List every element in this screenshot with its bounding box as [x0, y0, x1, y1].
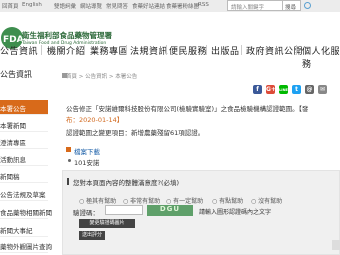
util-link-sites[interactable]: 食藥好站連結 [132, 2, 165, 10]
rating-option-4[interactable]: ○ 有點幫助 [212, 196, 243, 205]
nav-personal[interactable]: 個人化服務 [302, 44, 340, 70]
nav-services[interactable]: 便民服務 [169, 44, 207, 57]
rating-option-2[interactable]: ○ 非常有幫助 [123, 196, 160, 205]
line-glyph: LINE [279, 87, 288, 92]
nav-announcements[interactable]: 公告資訊 [0, 44, 38, 57]
nav-divider [296, 45, 297, 55]
announcement-line-1: 公告修正「安諾維爾科技股份有限公司(檢驗實驗室)」之食品檢驗機構認證範圍。【發 [66, 105, 309, 113]
search-input[interactable]: 請輸入關鍵字 [227, 0, 283, 11]
sidebar-item-label: 澄清專區 [0, 139, 26, 147]
submit-rating-button[interactable]: 送出評分 [79, 231, 105, 240]
rating-option-label: 有點幫助 [219, 198, 244, 205]
util-link-rss[interactable]: RSS [198, 2, 209, 8]
download-icon [66, 147, 71, 152]
sidebar-item-label: 公告法規及草案 [0, 191, 46, 199]
captcha-label: 驗證碼： [73, 209, 99, 217]
rating-option-3[interactable]: ○ 有一定幫助 [166, 196, 203, 205]
announcement-detail: 認證範圍之變更項目：新增農藥殘留61項認證。 [66, 129, 205, 137]
sidebar-item-label: 新聞稿 [0, 173, 20, 181]
rating-option-1[interactable]: ○ 極其有幫助 [79, 196, 116, 205]
twitter-share-icon[interactable]: t [292, 85, 301, 94]
bullet [68, 159, 71, 162]
nav-open-info[interactable]: 政府資訊公開 [246, 44, 303, 57]
attachment-link[interactable]: 101安諾 [74, 157, 99, 167]
feedback-title-bar [67, 178, 69, 185]
sidebar-item-food-news[interactable]: 食品藥物相關新聞 [0, 204, 52, 219]
nav-divider [84, 45, 85, 55]
util-link-sitemap[interactable]: 網站導覽 [80, 2, 102, 10]
gear-icon[interactable] [304, 2, 311, 9]
email-share-icon[interactable]: @ [305, 85, 314, 94]
rating-option-label: 非常有幫助 [130, 198, 161, 205]
sidebar-item-label: 新聞大事紀 [0, 227, 33, 235]
search-button[interactable]: 搜尋 [283, 0, 301, 11]
sidebar-item-label: 活動訊息 [0, 156, 26, 164]
feedback-panel: 您對本頁面內容的整體滿意度?(必填) ○ 極其有幫助 ○ 非常有幫助 ○ 有一定… [62, 170, 340, 255]
sidebar-item-notices[interactable]: 本署公告 [0, 100, 48, 115]
util-link-home[interactable]: 回首頁 [2, 2, 19, 10]
sidebar-item-label: 食品藥物相關新聞 [0, 209, 52, 217]
print-glyph: ✉ [319, 86, 326, 93]
search-button-label: 搜尋 [285, 5, 297, 11]
utility-bar: 回首頁 English 雙語詞彙 網站導覽 常見問答 食藥好站連結 食藥署粉絲團… [0, 0, 340, 12]
facebook-share-icon[interactable]: f [253, 85, 262, 94]
rating-option-5[interactable]: ○ 沒有幫助 [251, 196, 282, 205]
logo-zh: 衛生福利部食品藥物管理署 [22, 31, 112, 40]
sidebar-item-news[interactable]: 本署新聞 [0, 117, 48, 132]
nav-divider [41, 45, 42, 55]
sidebar-item-pill-images[interactable]: 藥物外觀圖片查詢 [0, 238, 52, 253]
sidebar-item-label: 藥物外觀圖片查詢 [0, 243, 52, 251]
nav-publications[interactable]: 出版品 [211, 44, 240, 57]
util-link-fans[interactable]: 食藥署粉絲團 [166, 2, 199, 10]
go-top-button[interactable] [332, 240, 340, 250]
sidebar-item-drafts[interactable]: 公告法規及草案 [0, 186, 48, 201]
sidebar-item-label: 本署新聞 [0, 122, 26, 130]
sidebar-item-clarify[interactable]: 澄清專區 [0, 134, 48, 149]
nav-divider [241, 45, 242, 55]
email-glyph: @ [306, 86, 313, 93]
captcha-input[interactable] [105, 205, 143, 215]
sidebar-item-events[interactable]: 活動訊息 [0, 151, 48, 166]
search-placeholder: 請輸入關鍵字 [231, 5, 265, 11]
nav-divider [166, 45, 167, 55]
sidebar-item-press[interactable]: 新聞稿 [0, 168, 48, 183]
nav-regulations[interactable]: 法規資訊 [130, 44, 168, 57]
sidebar-heading: 公告資訊 [0, 67, 52, 81]
sidebar-heading-text: 公告資訊 [0, 70, 32, 79]
rating-option-label: 有一定幫助 [173, 198, 204, 205]
facebook-share-glyph: f [256, 86, 259, 93]
twitter-glyph: t [295, 86, 298, 93]
util-link-glossary[interactable]: 雙語詞彙 [54, 2, 76, 10]
print-share-icon[interactable]: ✉ [318, 85, 327, 94]
announcement-date: 布：2020-01-14】 [66, 116, 124, 124]
nav-divider [126, 45, 127, 55]
refresh-captcha-button[interactable]: 變更驗證碼圖片 [79, 219, 135, 228]
rating-option-label: 極其有幫助 [86, 198, 117, 205]
util-link-faq[interactable]: 常見問答 [106, 2, 128, 10]
attachment-title: 檔案下載 [74, 148, 100, 156]
breadcrumb[interactable]: 首頁 > 公告資訊 > 本署公告 [66, 72, 137, 80]
rating-option-label: 沒有幫助 [258, 198, 283, 205]
nav-business[interactable]: 業務專區 [90, 44, 128, 57]
google-plus-glyph: G+ [266, 86, 276, 93]
nav-divider [206, 45, 207, 55]
line-share-icon[interactable]: LINE [279, 85, 288, 94]
sidebar-item-label: 本署公告 [0, 105, 26, 113]
captcha-hint: 請輸入圖形認證碼內之文字 [199, 209, 272, 216]
google-plus-share-icon[interactable]: G+ [266, 85, 276, 94]
util-link-english[interactable]: English [22, 2, 42, 8]
nav-about[interactable]: 機關介紹 [47, 44, 85, 57]
sidebar-item-chronicle[interactable]: 新聞大事紀 [0, 222, 48, 237]
feedback-title: 您對本頁面內容的整體滿意度?(必填) [73, 179, 180, 187]
captcha-image: DGU [147, 205, 193, 216]
